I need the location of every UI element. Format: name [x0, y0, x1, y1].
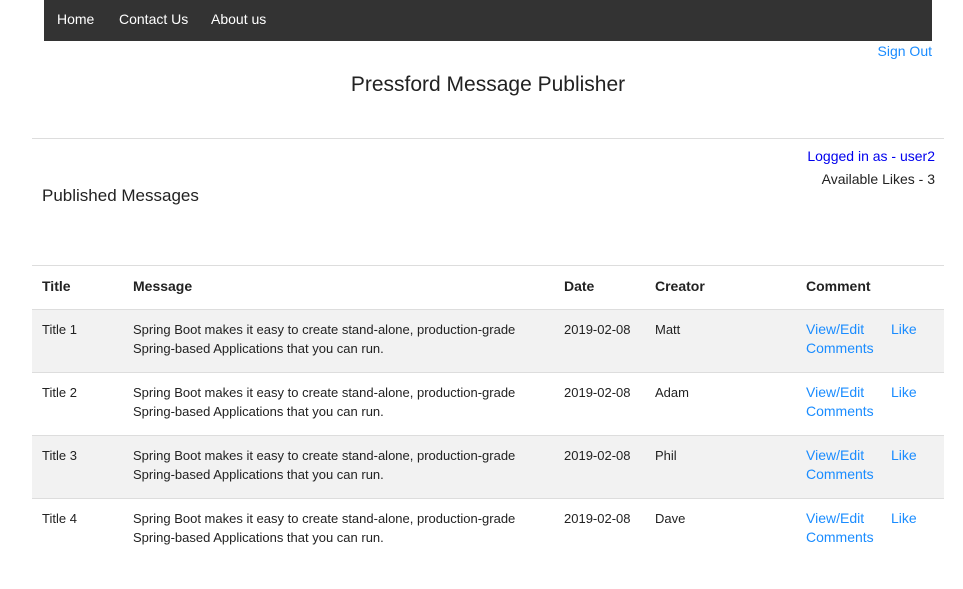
row-creator: Adam [655, 385, 689, 400]
row-creator: Phil [655, 448, 677, 463]
divider [32, 138, 944, 139]
row-comment-cell: View/Edit Comments [796, 310, 881, 373]
row-like-cell: Like [881, 499, 944, 562]
row-title: Title 4 [42, 511, 77, 526]
row-date: 2019-02-08 [564, 511, 631, 526]
sign-out-link[interactable]: Sign Out [878, 43, 932, 59]
row-title: Title 1 [42, 322, 77, 337]
row-like-cell: Like [881, 436, 944, 499]
table-row: Title 4 Spring Boot makes it easy to crea… [32, 498, 944, 562]
row-comment-cell: View/Edit Comments [796, 499, 881, 562]
table-row: Title 2 Spring Boot makes it easy to crea… [32, 372, 944, 436]
navbar: Home Contact Us About us [44, 0, 932, 41]
row-message: Spring Boot makes it easy to create stan… [133, 448, 516, 482]
row-message: Spring Boot makes it easy to create stan… [133, 322, 516, 356]
row-like-cell: Like [881, 373, 944, 436]
row-comment-cell: View/Edit Comments [796, 373, 881, 436]
like-link[interactable]: Like [891, 510, 917, 526]
nav-about-us[interactable]: About us [211, 11, 266, 27]
column-header-date: Date [564, 278, 595, 294]
table-header-row: Title Message Date Creator Comment [32, 265, 944, 310]
view-edit-comments-link[interactable]: View/Edit Comments [806, 447, 874, 482]
column-header-comment: Comment [806, 278, 871, 294]
logged-in-user-link[interactable]: Logged in as - user2 [807, 148, 935, 164]
nav-contact-us[interactable]: Contact Us [119, 11, 188, 27]
row-date: 2019-02-08 [564, 322, 631, 337]
like-link[interactable]: Like [891, 321, 917, 337]
page-title: Pressford Message Publisher [350, 73, 626, 96]
nav-home[interactable]: Home [57, 11, 94, 27]
table-row: Title 3 Spring Boot makes it easy to crea… [32, 435, 944, 499]
column-header-creator: Creator [655, 278, 705, 294]
row-creator: Matt [655, 322, 681, 337]
messages-table: Title Message Date Creator Comment Title… [32, 265, 944, 562]
view-edit-comments-link[interactable]: View/Edit Comments [806, 384, 874, 419]
row-comment-cell: View/Edit Comments [796, 436, 881, 499]
row-creator: Dave [655, 511, 686, 526]
view-edit-comments-link[interactable]: View/Edit Comments [806, 321, 874, 356]
row-message: Spring Boot makes it easy to create stan… [133, 511, 516, 545]
row-date: 2019-02-08 [564, 385, 631, 400]
like-link[interactable]: Like [891, 384, 917, 400]
row-title: Title 3 [42, 448, 77, 463]
available-likes: Available Likes - 3 [821, 171, 935, 187]
row-title: Title 2 [42, 385, 77, 400]
column-header-like [881, 266, 944, 310]
table-row: Title 1 Spring Boot makes it easy to crea… [32, 309, 944, 373]
row-like-cell: Like [881, 310, 944, 373]
column-header-message: Message [133, 278, 193, 294]
like-link[interactable]: Like [891, 447, 917, 463]
section-title: Published Messages [42, 186, 199, 205]
column-header-title: Title [42, 278, 71, 294]
row-message: Spring Boot makes it easy to create stan… [133, 385, 516, 419]
view-edit-comments-link[interactable]: View/Edit Comments [806, 510, 874, 545]
row-date: 2019-02-08 [564, 448, 631, 463]
